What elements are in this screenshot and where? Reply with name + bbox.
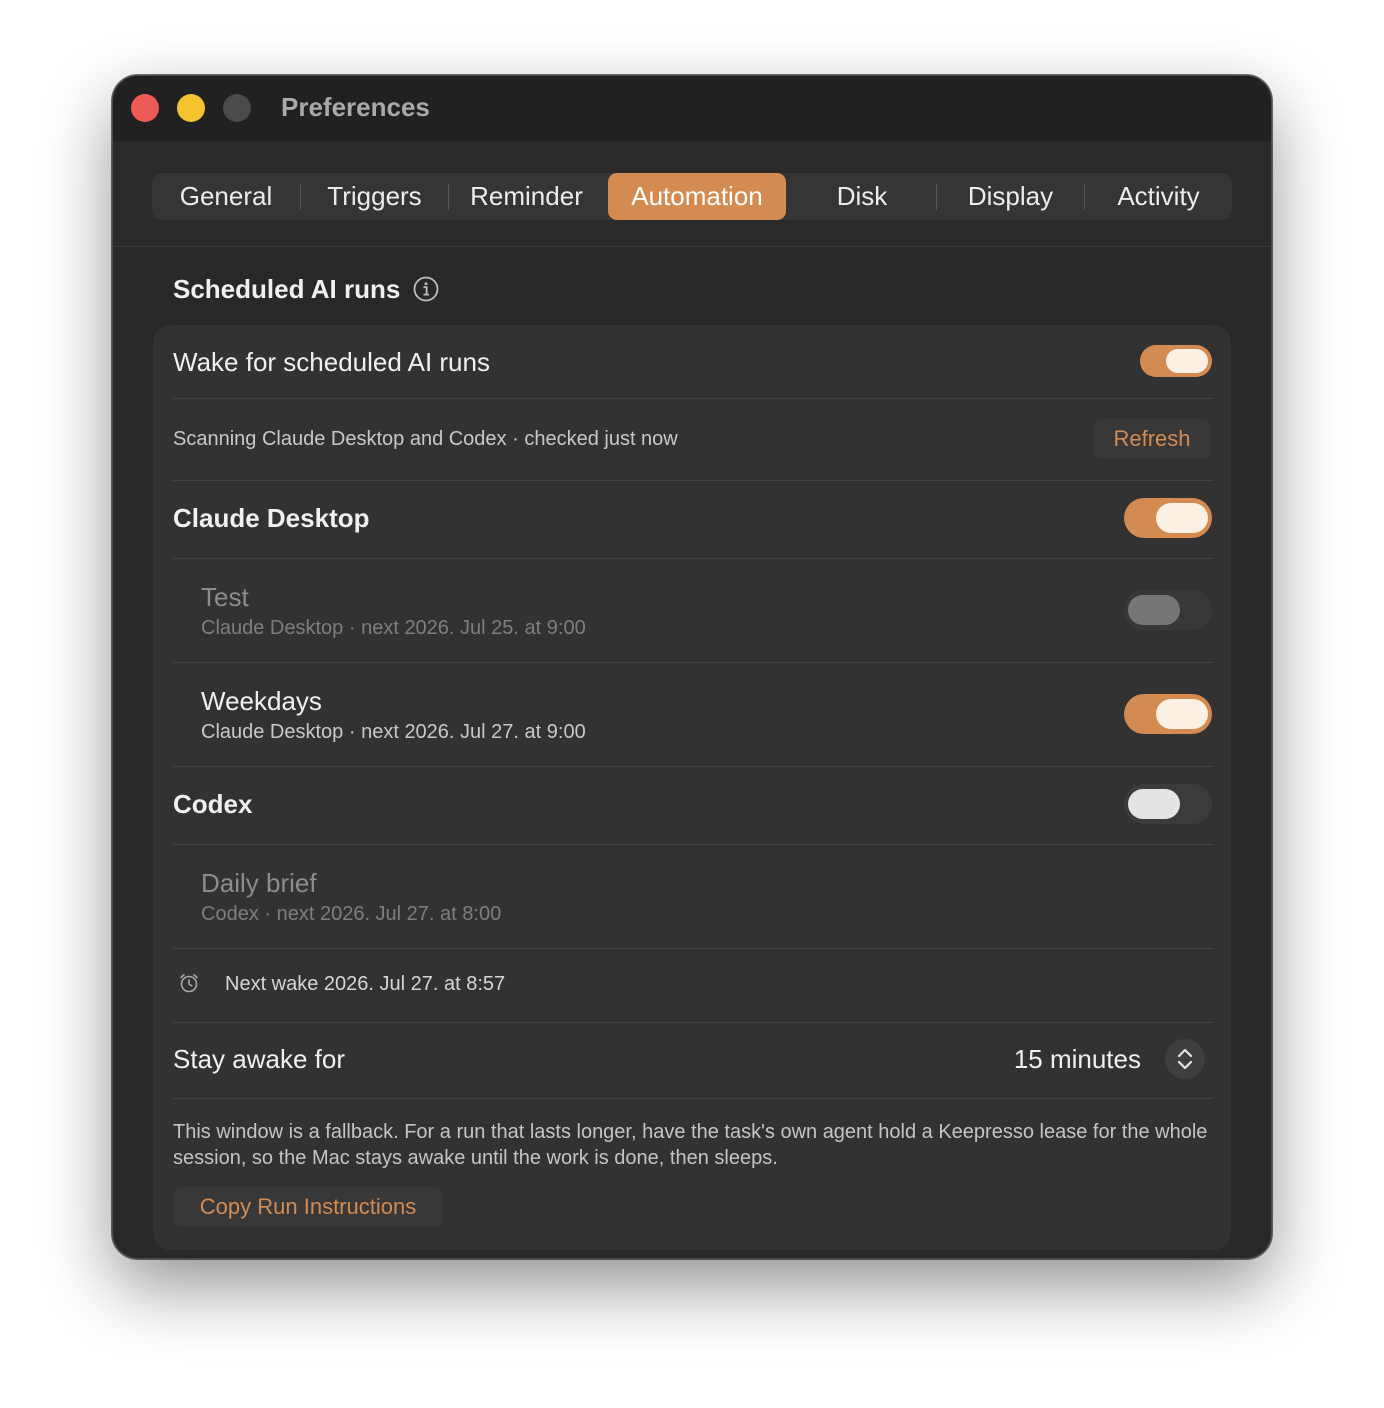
fallback-note: This window is a fallback. For a run tha… xyxy=(173,1121,1208,1169)
task-name-test: Test xyxy=(201,582,249,612)
claude-desktop-toggle[interactable] xyxy=(1124,498,1212,538)
tab-display[interactable]: Display xyxy=(937,173,1084,220)
wake-label: Wake for scheduled AI runs xyxy=(173,347,490,377)
divider xyxy=(173,1022,1213,1023)
task-test-toggle[interactable] xyxy=(1124,590,1212,630)
refresh-button[interactable]: Refresh xyxy=(1093,419,1211,459)
toggle-knob xyxy=(1128,789,1180,819)
task-detail-daily-brief: Codex · next 2026. Jul 27. at 8:00 xyxy=(201,903,502,925)
minimize-window-button[interactable] xyxy=(177,94,205,122)
info-circle-icon[interactable] xyxy=(413,276,439,302)
close-window-button[interactable] xyxy=(131,94,159,122)
divider xyxy=(173,766,1213,767)
tab-activity[interactable]: Activity xyxy=(1085,173,1232,220)
task-detail-weekdays: Claude Desktop · next 2026. Jul 27. at 9… xyxy=(201,721,586,743)
window-title: Preferences xyxy=(281,92,430,122)
stay-awake-value[interactable]: 15 minutes xyxy=(1014,1044,1141,1075)
title-bar: Preferences xyxy=(113,76,1271,141)
tab-bar: General Triggers Reminder Automation Dis… xyxy=(152,173,1232,220)
tab-reminder[interactable]: Reminder xyxy=(449,173,604,220)
tab-disk[interactable]: Disk xyxy=(788,173,936,220)
app-name-claude: Claude Desktop xyxy=(173,503,370,533)
divider xyxy=(173,558,1213,559)
tab-general[interactable]: General xyxy=(152,173,300,220)
scan-status: Scanning Claude Desktop and Codex · chec… xyxy=(173,428,678,450)
preferences-window: Preferences General Triggers Reminder Au… xyxy=(112,75,1272,1259)
next-wake-text: Next wake 2026. Jul 27. at 8:57 xyxy=(225,973,506,995)
copy-run-instructions-button[interactable]: Copy Run Instructions xyxy=(173,1187,443,1227)
divider xyxy=(173,480,1213,481)
divider xyxy=(173,948,1213,949)
task-name-weekdays: Weekdays xyxy=(201,686,322,716)
tab-automation[interactable]: Automation xyxy=(608,173,786,220)
zoom-window-button[interactable] xyxy=(223,94,251,122)
divider xyxy=(173,1098,1213,1099)
toggle-knob xyxy=(1128,595,1180,625)
task-detail-test: Claude Desktop · next 2026. Jul 25. at 9… xyxy=(201,617,586,639)
app-name-codex: Codex xyxy=(173,789,253,819)
stay-awake-label: Stay awake for xyxy=(173,1044,345,1074)
task-name-daily-brief: Daily brief xyxy=(201,868,317,898)
toggle-knob xyxy=(1156,699,1208,729)
tab-triggers[interactable]: Triggers xyxy=(301,173,448,220)
codex-toggle[interactable] xyxy=(1124,784,1212,824)
automation-pane: Scheduled AI runs Wake for scheduled AI … xyxy=(113,246,1271,1258)
toolbar: General Triggers Reminder Automation Dis… xyxy=(113,141,1271,247)
task-weekdays-toggle[interactable] xyxy=(1124,694,1212,734)
chevron-up-down-icon xyxy=(1177,1048,1193,1070)
divider xyxy=(173,662,1213,663)
scheduled-runs-card: Wake for scheduled AI runs Scanning Clau… xyxy=(153,325,1231,1250)
alarm-clock-icon xyxy=(180,974,198,993)
toggle-knob xyxy=(1156,503,1208,533)
stay-awake-popup-button[interactable] xyxy=(1165,1039,1205,1079)
toggle-knob xyxy=(1166,349,1208,373)
divider xyxy=(173,398,1213,399)
section-title: Scheduled AI runs xyxy=(173,274,401,304)
wake-toggle[interactable] xyxy=(1140,345,1212,377)
divider xyxy=(173,844,1213,845)
